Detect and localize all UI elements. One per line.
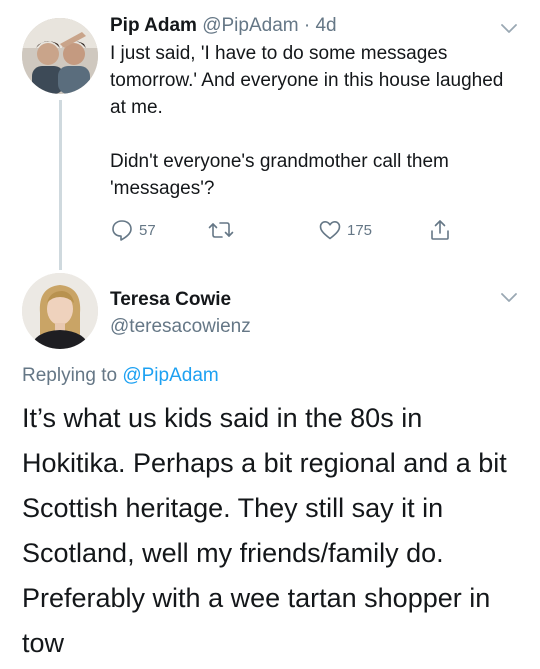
author-name[interactable]: Pip Adam xyxy=(110,15,197,36)
tweet-actions: 57 175 xyxy=(110,218,470,246)
reply-count: 57 xyxy=(139,221,156,239)
author-handle[interactable]: @PipAdam xyxy=(202,15,298,36)
replying-to-mention[interactable]: @PipAdam xyxy=(122,365,218,386)
header-separator: · xyxy=(303,15,311,36)
heart-icon xyxy=(319,221,341,240)
chevron-down-icon[interactable] xyxy=(500,22,518,34)
like-count: 175 xyxy=(347,221,373,239)
reply-tweet-text: It’s what us kids said in the 80s in Hok… xyxy=(22,403,507,658)
teresa-cowie-avatar[interactable] xyxy=(22,273,98,349)
chevron-down-icon[interactable] xyxy=(500,291,518,303)
retweet-button[interactable] xyxy=(208,218,234,242)
avatar-photo xyxy=(22,18,98,94)
reply-button[interactable]: 57 xyxy=(110,218,156,242)
reply-author-name[interactable]: Teresa Cowie xyxy=(110,288,231,312)
replying-to-label: Replying to xyxy=(22,365,118,386)
tweet-paragraph-1: I just said, 'I have to do some messages… xyxy=(110,43,504,118)
replying-to-line: Replying to @PipAdam xyxy=(22,364,219,388)
reply-icon xyxy=(112,220,132,241)
tweet-header: Pip Adam @PipAdam · 4d xyxy=(110,14,337,38)
tweet-text: I just said, 'I have to do some messages… xyxy=(110,40,520,202)
tweet-paragraph-2: Didn't everyone's grandmother call them … xyxy=(110,151,449,199)
thread-connector-line xyxy=(59,100,62,270)
reply-author-handle[interactable]: @teresacowienz xyxy=(110,315,251,339)
retweet-icon xyxy=(208,222,234,238)
share-button[interactable] xyxy=(428,218,452,242)
pip-adam-avatar[interactable] xyxy=(22,18,98,94)
avatar-photo xyxy=(22,273,98,349)
like-button[interactable]: 175 xyxy=(318,218,372,242)
timestamp[interactable]: 4d xyxy=(315,15,336,36)
original-tweet[interactable]: Pip Adam @PipAdam · 4d I just said, 'I h… xyxy=(0,0,540,270)
share-icon xyxy=(431,220,449,240)
